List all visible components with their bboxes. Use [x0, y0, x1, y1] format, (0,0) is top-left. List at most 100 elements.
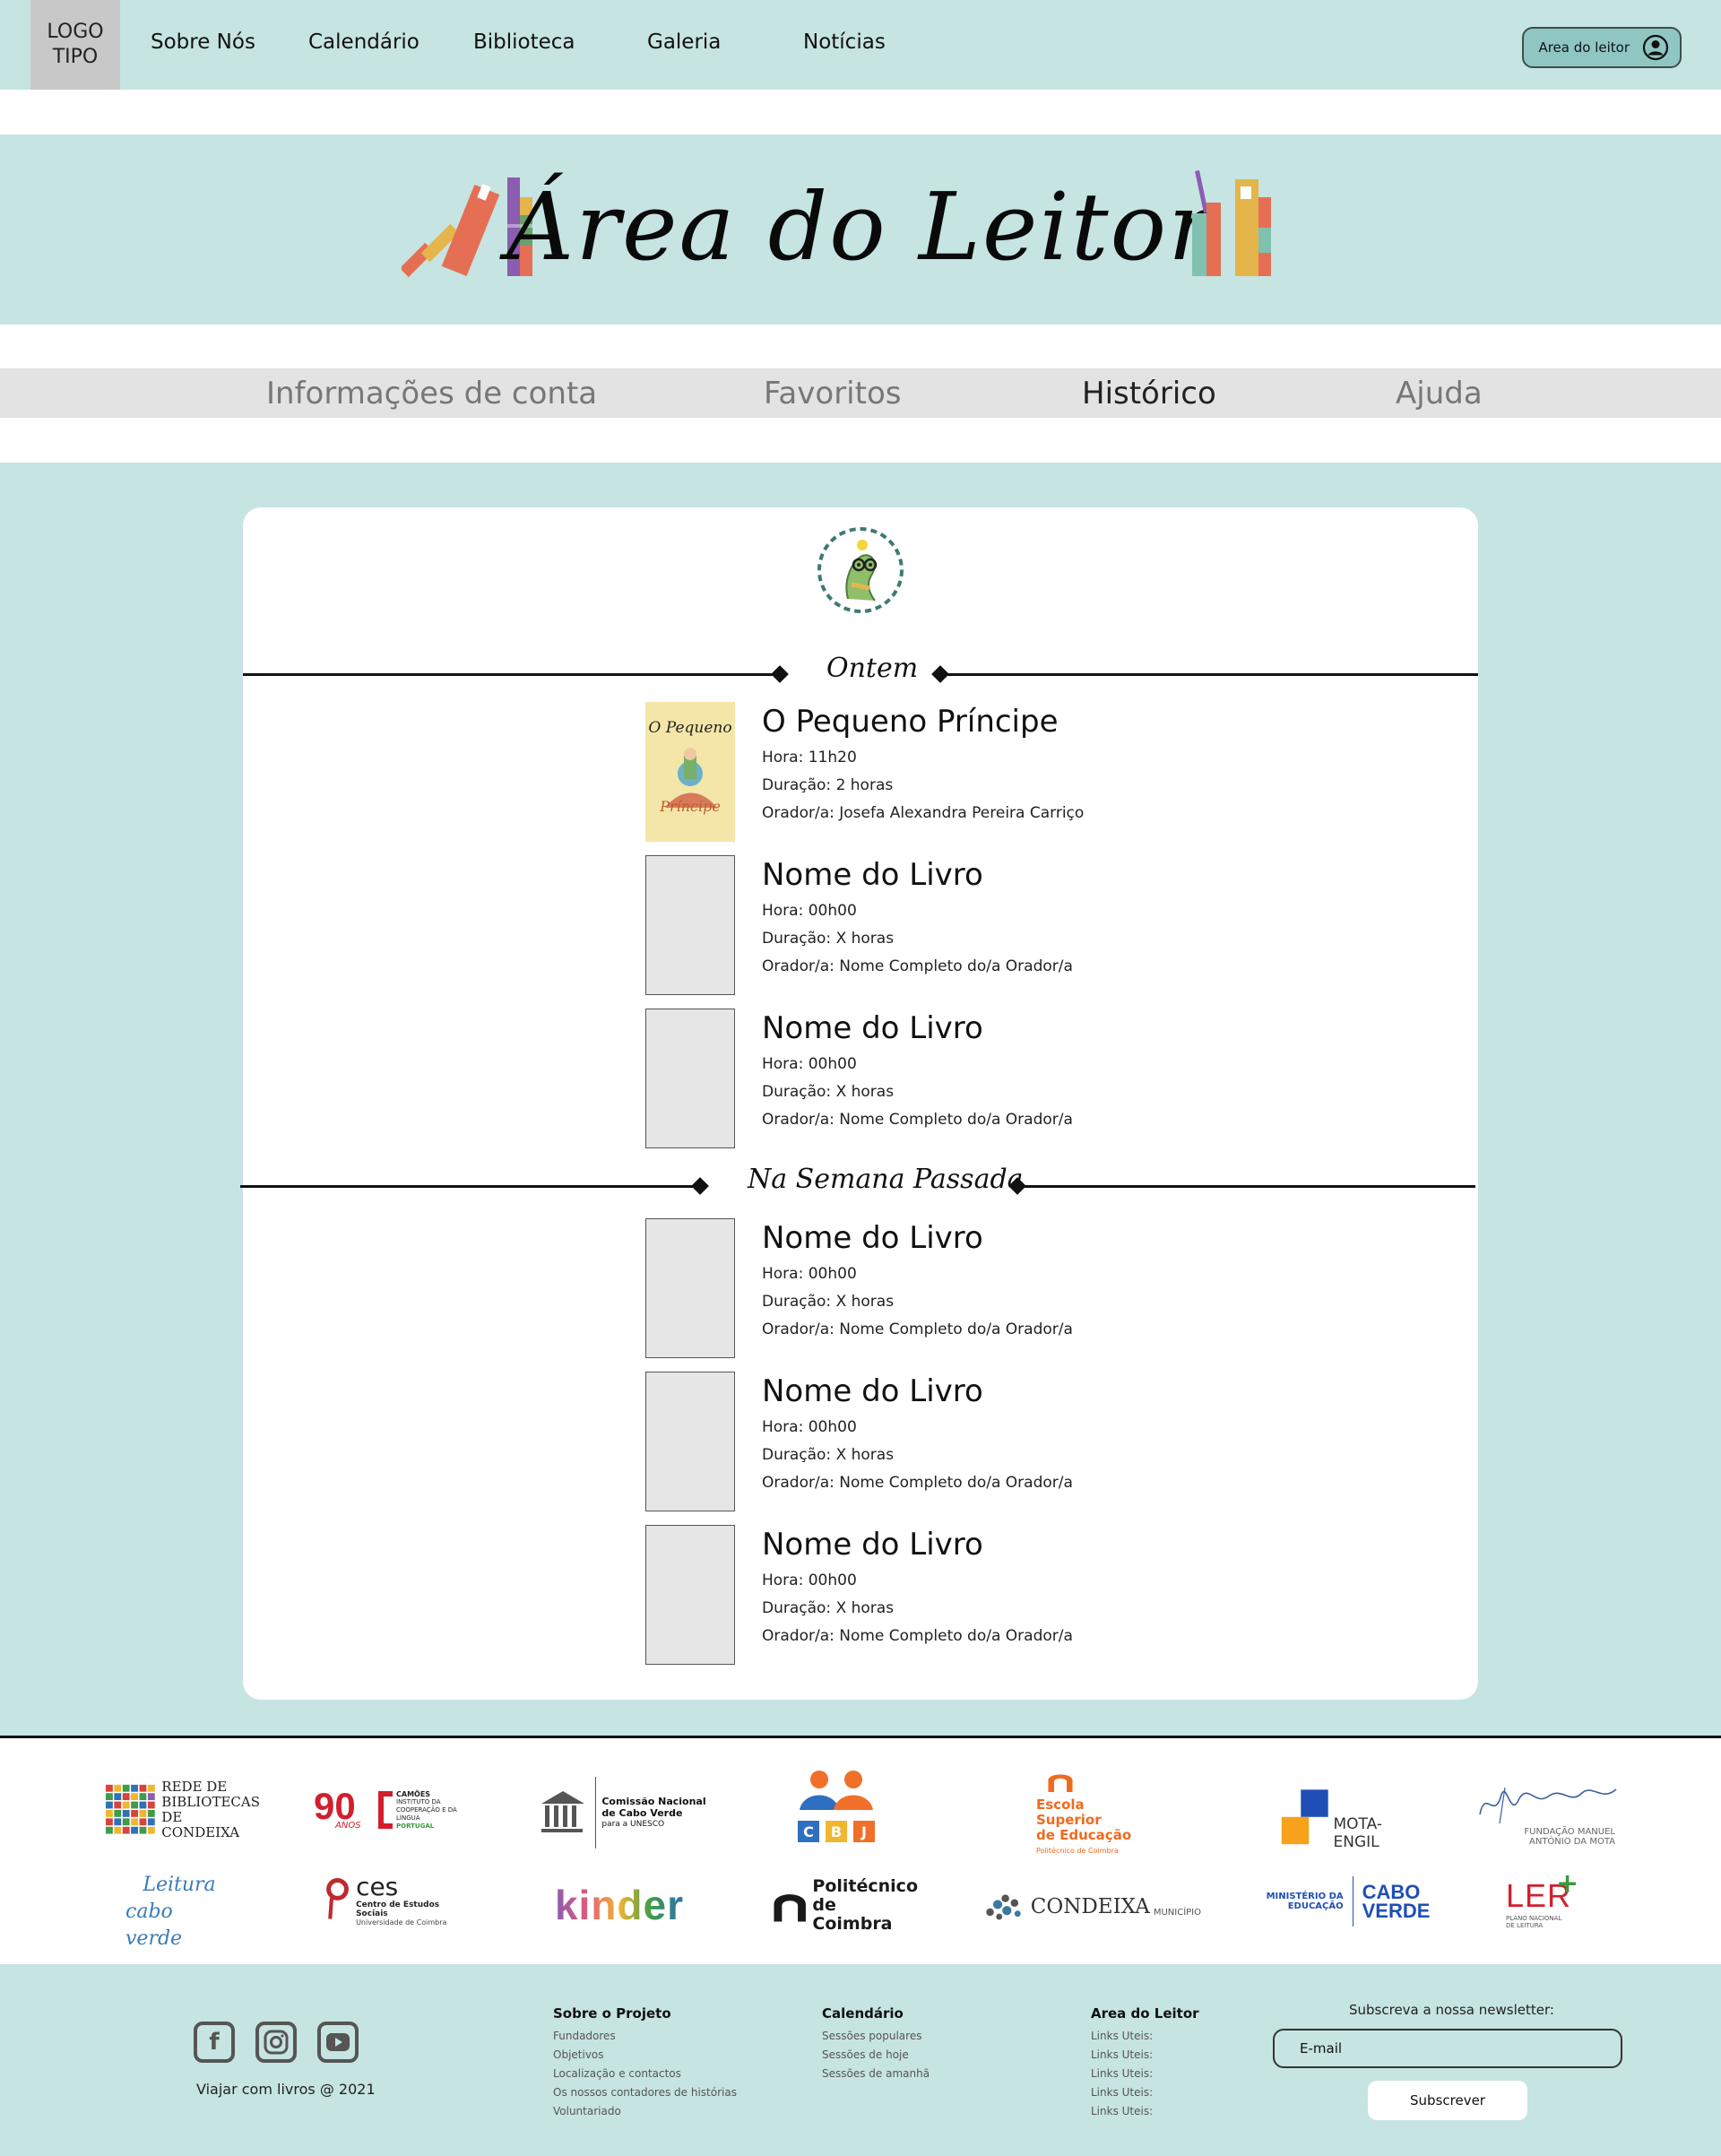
partner-text: Politécnico de Coimbra	[1036, 1847, 1119, 1855]
partner-logo-unesco-cabo-verde[interactable]: Comissão Nacional de Cabo Verde para a U…	[536, 1772, 706, 1853]
partner-logo-ministerio-educacao-cabo-verde[interactable]: MINISTÉRIO DA EDUCAÇÃO CABO VERDE	[1260, 1873, 1436, 1930]
partner-logo-colegio-bom-jesus[interactable]: C B J	[792, 1763, 880, 1853]
condeixa-dots-icon	[986, 1894, 1021, 1920]
partner-text: CAMÕES	[396, 1789, 431, 1798]
partner-text: INSTITUTO DA COOPERAÇÃO E DA LÍNGUA	[396, 1797, 457, 1822]
footer-link[interactable]: Sessões de amanhã	[822, 2065, 930, 2083]
youtube-icon[interactable]	[317, 2022, 359, 2063]
tab-favoritos[interactable]: Favoritos	[764, 376, 901, 411]
newsletter-label: Subscreva a nossa newsletter:	[1349, 2002, 1554, 2018]
footer-link[interactable]: Links Uteis:	[1091, 2065, 1199, 2083]
book-title[interactable]: Nome do Livro	[762, 1220, 983, 1256]
book-cover-placeholder[interactable]	[645, 1525, 735, 1665]
partner-text: DE CONDEIXA	[161, 1809, 240, 1840]
partner-logo-ces[interactable]: ces Centro de Estudos Sociais Universida…	[323, 1862, 454, 1937]
partner-text: FUNDAÇÃO MANUEL	[1524, 1827, 1615, 1837]
partner-logo-camoes[interactable]: 90 ANOS CAMÕES INSTITUTO DA COOPERAÇÃO E…	[312, 1785, 470, 1835]
footer-link[interactable]: Links Uteis:	[1091, 2046, 1199, 2065]
session-speaker: Orador/a: Nome Completo do/a Orador/a	[762, 1320, 1073, 1338]
book-title[interactable]: Nome do Livro	[762, 1373, 983, 1409]
footer-column-sobre: Sobre o Projeto Fundadores Objetivos Loc…	[553, 2005, 737, 2121]
section-label-ontem: Ontem	[826, 653, 919, 684]
book-cover-placeholder[interactable]	[645, 1218, 735, 1358]
logo-line1: LOGO	[47, 21, 104, 43]
session-speaker: Orador/a: Nome Completo do/a Orador/a	[762, 1111, 1073, 1129]
reader-tabs: Informações de conta Favoritos Histórico…	[0, 368, 1721, 418]
partner-text: de Cabo Verde	[601, 1806, 683, 1819]
cover-title-bottom: Príncipe	[659, 798, 721, 815]
nav-link-galeria[interactable]: Galeria	[647, 30, 721, 54]
history-entry[interactable]: Nome do Livro Hora: 00h00 Duração: X hor…	[645, 855, 1273, 995]
partner-text: de Educação	[1036, 1827, 1132, 1843]
partner-text: REDE DE	[161, 1779, 228, 1795]
history-entry[interactable]: Nome do Livro Hora: 00h00 Duração: X hor…	[645, 1525, 1273, 1665]
book-title[interactable]: Nome do Livro	[762, 857, 983, 893]
partner-logo-fundacao-mota[interactable]: FUNDAÇÃO MANUEL ANTÓNIO DA MOTA	[1474, 1774, 1622, 1851]
section-divider-left	[243, 673, 781, 676]
partner-text: Centro de Estudos Sociais	[356, 1900, 440, 1918]
partner-text: VERDE	[1362, 1900, 1431, 1922]
page-title: Área do Leitor	[506, 172, 1215, 281]
cover-title-top: O Pequeno	[648, 719, 731, 737]
partner-logo-kinder[interactable]: kinder	[549, 1878, 690, 1932]
nav-link-calendario[interactable]: Calendário	[308, 30, 419, 54]
footer-link[interactable]: Links Uteis:	[1091, 2102, 1199, 2121]
footer-link[interactable]: Localização e contactos	[553, 2065, 737, 2083]
tab-informacoes-de-conta[interactable]: Informações de conta	[266, 376, 597, 411]
footer-link[interactable]: Os nossos contadores de histórias	[553, 2083, 737, 2102]
tab-ajuda[interactable]: Ajuda	[1396, 376, 1483, 411]
partner-logo-condeixa[interactable]: CONDEIXA MUNICÍPIO	[982, 1880, 1201, 1934]
nav-link-noticias[interactable]: Notícias	[803, 30, 886, 54]
book-title[interactable]: Nome do Livro	[762, 1527, 983, 1563]
session-time: Hora: 11h20	[762, 749, 857, 766]
session-time: Hora: 00h00	[762, 902, 857, 920]
book-cover-placeholder[interactable]	[645, 1372, 735, 1511]
reader-area-button[interactable]: Area do leitor	[1522, 27, 1682, 68]
history-entry[interactable]: O Pequeno Príncipe O Pequeno Príncipe Ho…	[645, 702, 1273, 842]
logo-placeholder[interactable]: LOGO TIPO	[30, 0, 120, 90]
footer-link[interactable]: Voluntariado	[553, 2102, 737, 2121]
session-duration: Duração: X horas	[762, 1293, 895, 1311]
footer-link[interactable]: Sessões de hoje	[822, 2046, 930, 2065]
ces-figure-icon	[326, 1878, 349, 1919]
history-entry[interactable]: Nome do Livro Hora: 00h00 Duração: X hor…	[645, 1218, 1273, 1358]
instagram-glyph	[264, 2030, 289, 2055]
book-cover-placeholder[interactable]	[645, 1009, 735, 1148]
youtube-glyph	[326, 2033, 350, 2051]
footer-link[interactable]: Objetivos	[553, 2046, 737, 2065]
partner-logo-leitura-cabo-verde[interactable]: Leitura cabo verde	[125, 1874, 233, 1950]
book-title[interactable]: O Pequeno Príncipe	[762, 704, 1059, 740]
history-entry[interactable]: Nome do Livro Hora: 00h00 Duração: X hor…	[645, 1372, 1273, 1511]
footer-link[interactable]: Sessões populares	[822, 2027, 930, 2046]
session-duration: Duração: X horas	[762, 1599, 895, 1617]
session-speaker: Orador/a: Josefa Alexandra Pereira Carri…	[762, 804, 1085, 822]
partner-logo-politecnico-coimbra[interactable]: Politécnico de Coimbra	[773, 1876, 918, 1933]
nav-link-biblioteca[interactable]: Biblioteca	[473, 30, 575, 54]
partner-logo-escola-superior-educacao[interactable]: Escola Superior de Educação Politécnico …	[1036, 1769, 1144, 1858]
footer-link[interactable]: Links Uteis:	[1091, 2027, 1199, 2046]
partner-logo-ler-plano-nacional[interactable]: LER + PLANO NACIONAL DE LEITURA	[1506, 1868, 1592, 1935]
footer-link[interactable]: Fundadores	[553, 2027, 737, 2046]
nav-link-sobre-nos[interactable]: Sobre Nós	[151, 30, 255, 54]
instagram-icon[interactable]	[255, 2022, 297, 2063]
tab-historico[interactable]: Histórico	[1082, 376, 1216, 411]
partner-text: kinder	[554, 1882, 685, 1928]
book-cover-placeholder[interactable]	[645, 855, 735, 995]
session-duration: Duração: X horas	[762, 930, 895, 948]
book-cover-o-pequeno-principe[interactable]: O Pequeno Príncipe	[645, 702, 735, 842]
session-time: Hora: 00h00	[762, 1055, 857, 1073]
newsletter-email-input[interactable]	[1273, 2029, 1622, 2068]
book-title[interactable]: Nome do Livro	[762, 1010, 983, 1046]
signature-icon	[1479, 1787, 1617, 1824]
section-divider-right	[940, 673, 1478, 676]
site-footer: f Viajar com livros @ 2021 Sobre o Proje…	[0, 1964, 1721, 2156]
partner-logo-rede-bibliotecas-condeixa[interactable]: REDE DE BIBLIOTECAS DE CONDEIXA	[106, 1774, 260, 1846]
history-entry[interactable]: Nome do Livro Hora: 00h00 Duração: X hor…	[645, 1009, 1273, 1148]
facebook-icon[interactable]: f	[194, 2022, 235, 2063]
subscribe-button[interactable]: Subscrever	[1368, 2081, 1527, 2120]
partner-text: ANOS	[335, 1821, 361, 1831]
session-duration: Duração: X horas	[762, 1083, 895, 1101]
footer-link[interactable]: Links Uteis:	[1091, 2083, 1199, 2102]
partner-logo-mota-engil[interactable]: MOTA-ENGIL	[1280, 1781, 1418, 1851]
partner-text: MUNICÍPIO	[1153, 1907, 1201, 1918]
